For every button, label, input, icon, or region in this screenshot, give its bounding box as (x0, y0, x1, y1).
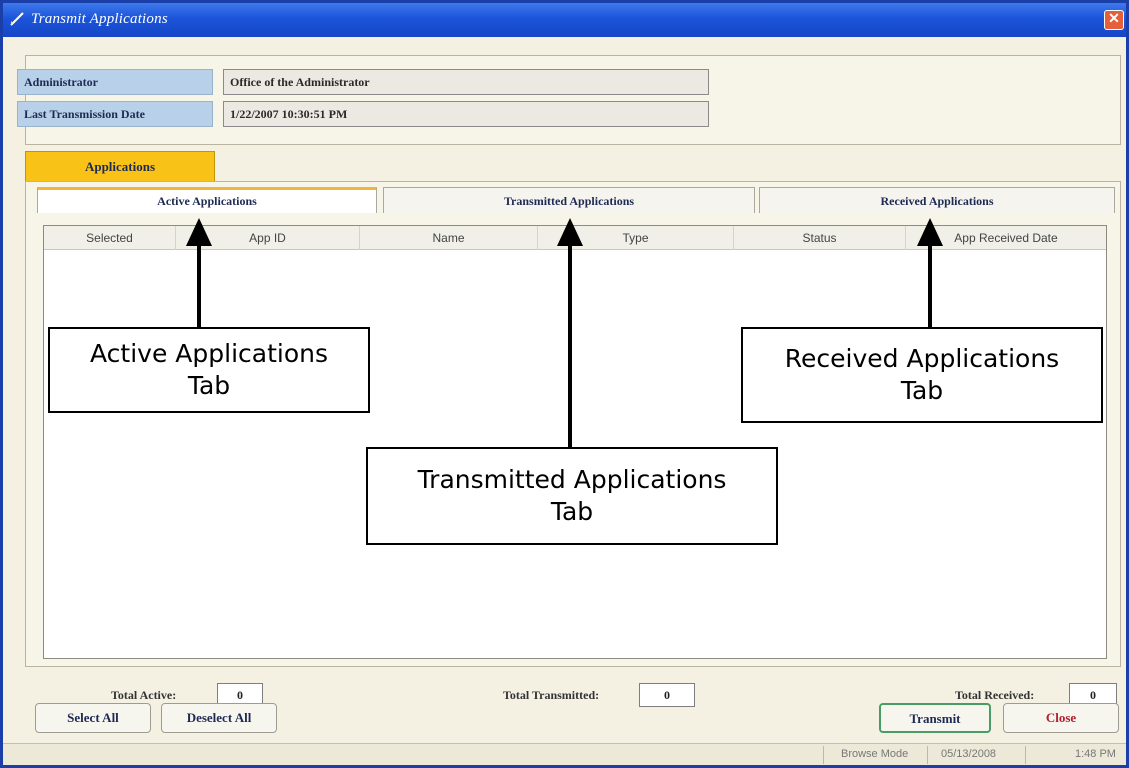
status-separator (1025, 746, 1026, 764)
total-transmitted-field: 0 (639, 683, 695, 707)
window-title: Transmit Applications (31, 11, 168, 27)
callout-received-line1: Received Applications (784, 344, 1060, 373)
status-date: 05/13/2008 (941, 748, 997, 760)
select-all-button[interactable]: Select All (35, 703, 151, 733)
callout-active-applications: Active Applications Tab (48, 327, 370, 413)
column-header-status[interactable]: Status (734, 226, 906, 250)
status-time: 1:48 PM (1075, 748, 1116, 760)
pen-check-icon (10, 12, 24, 26)
column-header-type[interactable]: Type (538, 226, 734, 250)
callout-transmitted-line1: Transmitted Applications (417, 465, 727, 494)
title-bar[interactable]: Transmit Applications ✕ (3, 3, 1126, 37)
total-active-label: Total Active: (111, 688, 177, 702)
last-transmission-date-label: Last Transmission Date (17, 101, 213, 127)
window-close-button[interactable]: ✕ (1104, 10, 1124, 30)
tab-applications[interactable]: Applications (25, 151, 215, 181)
column-header-app-id[interactable]: App ID (176, 226, 360, 250)
deselect-all-button[interactable]: Deselect All (161, 703, 277, 733)
status-bar: Browse Mode 05/13/2008 1:48 PM (3, 743, 1126, 765)
column-header-app-received-date[interactable]: App Received Date (906, 226, 1106, 250)
total-transmitted-label: Total Transmitted: (503, 688, 600, 702)
administrator-field: Office of the Administrator (223, 69, 709, 95)
administrator-label: Administrator (17, 69, 213, 95)
last-transmission-date-field: 1/22/2007 10:30:51 PM (223, 101, 709, 127)
tab-active-applications[interactable]: Active Applications (37, 187, 377, 213)
callout-received-line2: Tab (900, 376, 944, 405)
close-button[interactable]: Close (1003, 703, 1119, 733)
status-mode: Browse Mode (841, 748, 909, 760)
column-header-name[interactable]: Name (360, 226, 538, 250)
status-separator (927, 746, 928, 764)
total-received-label: Total Received: (955, 688, 1035, 702)
callout-transmitted-line2: Tab (550, 497, 594, 526)
callout-received-applications: Received Applications Tab (741, 327, 1103, 423)
callout-active-line1: Active Applications (90, 339, 328, 368)
tab-received-applications[interactable]: Received Applications (759, 187, 1115, 213)
transmit-button[interactable]: Transmit (879, 703, 991, 733)
grid-header: Selected App ID Name Type Status App Rec… (44, 226, 1106, 250)
callout-transmitted-applications: Transmitted Applications Tab (366, 447, 778, 545)
status-separator (823, 746, 824, 764)
callout-active-line2: Tab (187, 371, 231, 400)
column-header-selected[interactable]: Selected (44, 226, 176, 250)
applications-grid[interactable]: Selected App ID Name Type Status App Rec… (43, 225, 1107, 659)
tab-transmitted-applications[interactable]: Transmitted Applications (383, 187, 755, 213)
